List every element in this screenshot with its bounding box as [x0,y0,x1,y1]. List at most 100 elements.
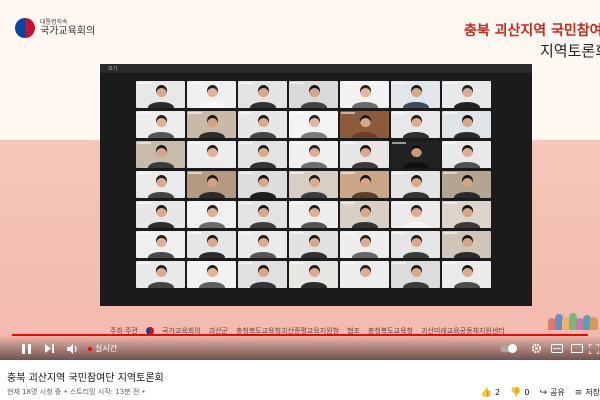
thumbs-up-icon: 👍 [480,387,493,398]
participant-body [300,252,327,258]
participant-name-tag [239,142,253,144]
theater-icon[interactable] [569,341,585,356]
participant-tile [340,171,389,198]
participant-body [198,252,225,258]
participant-tile [187,261,236,288]
participant-face [410,235,422,247]
participant-body [402,192,429,198]
participant-face [461,205,473,217]
participant-face [308,175,320,187]
participant-tile [391,261,440,288]
participant-body [198,192,225,198]
participant-body [453,132,480,138]
participant-tile [442,111,491,138]
participant-tile [391,171,440,198]
participant-name-tag [137,172,151,174]
live-label: 실시간 [95,344,118,353]
thumbs-down-icon: 👎 [510,387,522,398]
participant-face [410,145,422,157]
participant-name-tag [392,262,406,264]
participant-tile [136,171,185,198]
participant-name-tag [188,112,202,114]
participant-body [249,132,276,138]
fullscreen-icon[interactable] [586,341,600,356]
participant-face [359,85,371,97]
participant-face [155,85,167,97]
video-meta: 현재 18명 시청 중 • 스트리밍 시작: 13분 전 • [7,388,146,396]
participant-name-tag [137,82,151,84]
participant-face [257,235,269,247]
participant-face [410,85,422,97]
participant-tile [238,261,287,288]
pause-icon[interactable] [18,341,34,356]
participant-face [257,265,269,277]
logo-subtitle: 대통령직속 [40,18,68,26]
organizer-logo: 대통령직속 국가교육회의 [15,18,95,38]
participant-body [402,162,429,168]
participant-name-tag [239,262,253,264]
live-indicator[interactable]: 실시간 [88,343,117,354]
video-player[interactable]: 대통령직속 국가교육회의 충북 괴산지역 국민참여 지역토론회 보기 주최·주관… [0,0,600,360]
participant-body [147,222,174,228]
participant-face [461,85,473,97]
participant-name-tag [188,82,202,84]
participant-face [308,235,320,247]
video-conference-window: 보기 [100,64,532,306]
participant-name-tag [290,232,304,234]
participant-name-tag [443,202,457,204]
participant-tile [340,111,389,138]
autoplay-toggle[interactable] [500,344,517,353]
participant-tile [136,231,185,258]
participant-body [351,102,378,108]
participant-name-tag [239,202,253,204]
participant-face [410,205,422,217]
save-button[interactable]: ≡ 저장 [575,387,600,398]
participant-body [300,162,327,168]
participant-name-tag [392,82,406,84]
conference-toolbar: 보기 [100,64,532,73]
participant-name-tag [341,112,355,114]
participant-face [155,205,167,217]
participant-face [206,175,218,187]
participant-face [257,205,269,217]
participant-face [206,115,218,127]
subtitles-icon[interactable] [549,341,565,356]
participant-body [351,162,378,168]
live-dot-icon [88,346,92,351]
participant-name-tag [392,202,406,204]
participant-name-tag [239,82,253,84]
participant-face [461,145,473,157]
participant-tile [289,81,338,108]
participant-body [402,222,429,228]
participant-tile [238,81,287,108]
volume-icon[interactable] [64,341,80,356]
participant-face [359,265,371,277]
participant-name-tag [392,142,406,144]
player-controls: 실시간 [0,337,600,360]
participant-tile [136,261,185,288]
participant-face [461,265,473,277]
participant-tile [136,201,185,228]
participant-face [308,205,320,217]
share-button[interactable]: ↪ 공유 [539,387,564,398]
participant-tile [238,111,287,138]
participant-name-tag [443,262,457,264]
participant-tile [289,141,338,168]
participant-body [300,222,327,228]
participant-tile [187,231,236,258]
participant-name-tag [239,112,253,114]
slide-subtitle: 지역토론회 [540,42,600,60]
participant-tile [238,201,287,228]
participant-body [249,222,276,228]
settings-icon[interactable] [528,341,544,356]
next-icon[interactable] [41,341,57,356]
participant-face [461,235,473,247]
participant-face [359,235,371,247]
video-title: 충북 괴산지역 국민참여단 지역토론회 [7,373,164,384]
dislike-button[interactable]: 👎 0 [510,388,529,398]
participant-tile [340,201,389,228]
like-button[interactable]: 👍 2 [481,388,500,398]
participant-face [359,145,371,157]
participant-face [410,115,422,127]
participant-face [155,145,167,157]
